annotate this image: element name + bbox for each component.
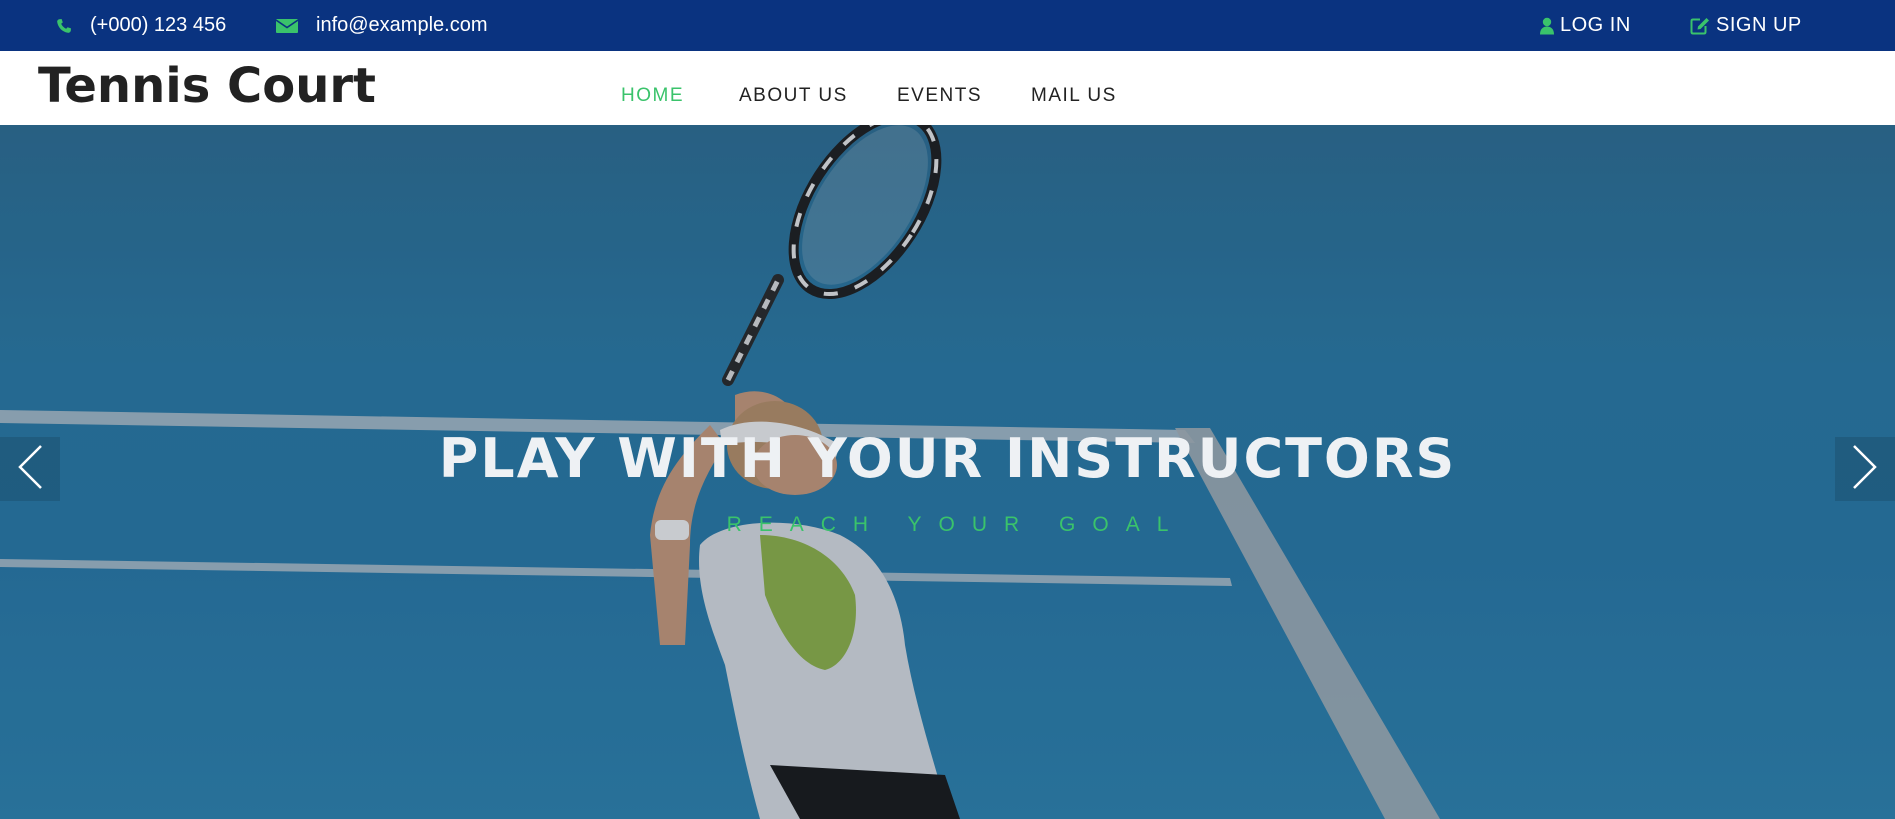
envelope-icon: [276, 18, 298, 34]
login-link[interactable]: LOG IN: [1540, 0, 1631, 51]
main-navbar: Tennis Court HOME ABOUT US EVENTS MAIL U…: [0, 51, 1895, 125]
chevron-left-icon: [15, 443, 45, 496]
nav-home[interactable]: HOME: [621, 51, 684, 125]
user-icon: [1540, 17, 1554, 35]
chevron-right-icon: [1850, 443, 1880, 496]
email-contact[interactable]: info@example.com: [276, 0, 487, 51]
login-label: LOG IN: [1560, 14, 1631, 36]
nav-mail-us[interactable]: MAIL US: [1031, 51, 1117, 125]
nav-events[interactable]: EVENTS: [897, 51, 982, 125]
phone-icon: [56, 18, 72, 34]
edit-icon: [1690, 17, 1710, 35]
signup-link[interactable]: SIGN UP: [1690, 0, 1802, 51]
top-bar: (+000) 123 456 info@example.com LOG IN S…: [0, 0, 1895, 51]
slider-next-button[interactable]: [1835, 437, 1895, 501]
slider-prev-button[interactable]: [0, 437, 60, 501]
site-logo[interactable]: Tennis Court: [38, 58, 376, 114]
phone-contact[interactable]: (+000) 123 456: [56, 0, 226, 51]
hero-title: PLAY WITH YOUR INSTRUCTORS: [438, 427, 1457, 490]
hero-subtitle: REACH YOUR GOAL: [726, 513, 1186, 536]
hero-slider: PLAY WITH YOUR INSTRUCTORS REACH YOUR GO…: [0, 125, 1895, 819]
email-address: info@example.com: [316, 14, 488, 36]
phone-number: (+000) 123 456: [90, 14, 227, 36]
signup-label: SIGN UP: [1716, 14, 1802, 36]
nav-about-us[interactable]: ABOUT US: [739, 51, 848, 125]
